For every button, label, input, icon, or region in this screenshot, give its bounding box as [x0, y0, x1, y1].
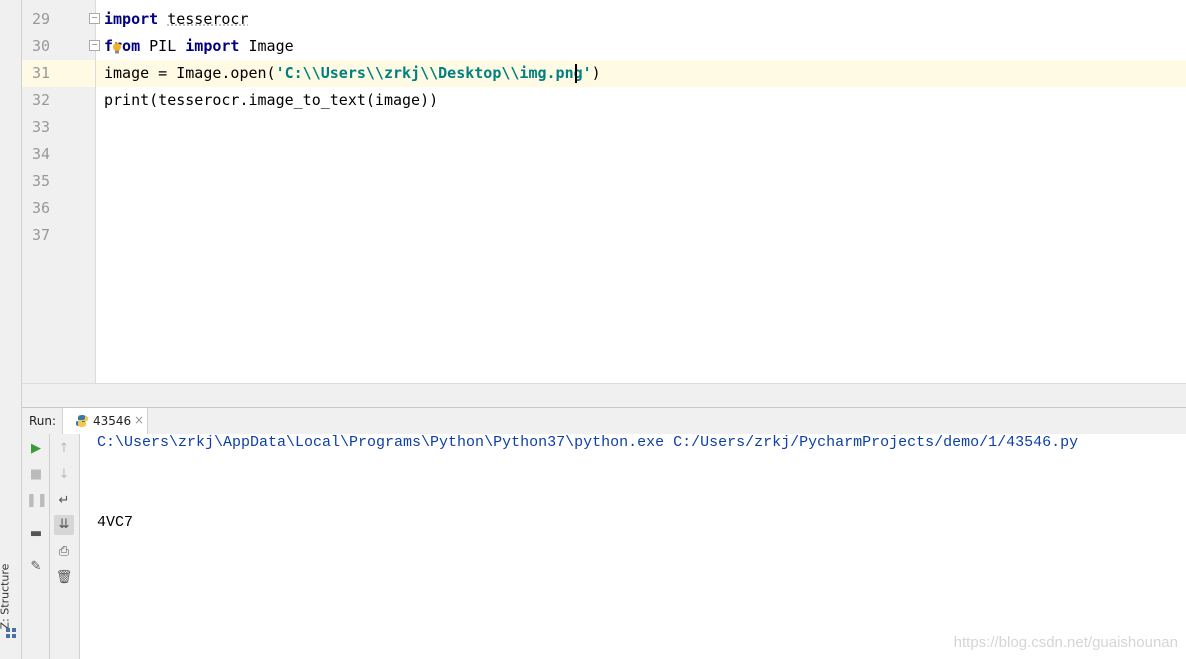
line-number: 32 [31, 91, 50, 109]
line-number: 31 [31, 64, 50, 82]
line-number: 30 [31, 37, 50, 55]
line-number: 29 [31, 10, 50, 28]
pause-icon[interactable]: ❚❚ [26, 491, 48, 511]
close-icon[interactable]: × [134, 413, 144, 427]
code-line[interactable] [104, 141, 1186, 168]
code-token: from [104, 37, 141, 55]
code-line[interactable] [104, 195, 1186, 222]
fold-toggle-icon[interactable]: − [89, 13, 100, 24]
line-number-gutter: 29 30 31 32 33 34 35 36 37 [22, 0, 96, 383]
line-number: 34 [31, 145, 50, 163]
fold-toggle-icon[interactable]: − [89, 40, 100, 51]
run-toolbar-secondary: ↑ ↓ ↵ ⇊ ⎙ 🗑 [50, 434, 80, 659]
stop-icon[interactable]: ■ [26, 465, 46, 485]
line-number: 37 [31, 226, 50, 244]
layout-icon[interactable]: ▬ [26, 524, 46, 544]
left-tool-strip: Z: Structure [0, 0, 22, 659]
lightbulb-icon[interactable] [112, 42, 122, 55]
code-line[interactable] [104, 168, 1186, 195]
pin-icon[interactable]: ✎ [26, 557, 46, 577]
code-token: import [185, 37, 240, 55]
code-editor[interactable]: 29 30 31 32 33 34 35 36 37 import tesserocr from … [22, 0, 1186, 383]
code-line[interactable]: image = Image.open('C:\\Users\\zrkj\\Des… [104, 60, 1186, 87]
watermark-text: https://blog.csdn.net/guaishounan [953, 634, 1178, 651]
python-icon [76, 415, 88, 427]
code-line[interactable]: import tesserocr [104, 6, 1186, 33]
code-line[interactable]: print(tesserocr.image_to_text(image)) [104, 87, 1186, 114]
code-token: 'C:\\Users\\zrkj\\Desktop\\img.png' [275, 64, 592, 82]
run-toolbar-primary: ▶ ■ ❚❚ ▬ ✎ [22, 434, 50, 659]
code-line[interactable]: from PIL import Image [104, 33, 1186, 60]
code-token: Image [239, 37, 294, 55]
run-tab-label: 43546 [93, 414, 132, 428]
trash-icon[interactable]: 🗑 [54, 568, 74, 588]
structure-icon [6, 628, 16, 638]
print-icon[interactable]: ⎙ [54, 542, 74, 562]
line-number: 36 [31, 199, 50, 217]
soft-wrap-icon[interactable]: ↵ [54, 491, 74, 511]
run-label: Run: [29, 414, 57, 428]
console-output-line: 4VC7 [97, 514, 134, 531]
code-token: ) [591, 64, 601, 82]
line-number: 33 [31, 118, 50, 136]
text-caret [575, 64, 577, 83]
structure-tool-tab[interactable]: Z: Structure [0, 560, 20, 642]
run-tab-43546[interactable]: 43546 × [62, 408, 148, 434]
code-token: image = Image.open( [104, 64, 276, 82]
run-console[interactable]: C:\Users\zrkj\AppData\Local\Programs\Pyt… [80, 434, 1186, 659]
code-line[interactable] [104, 222, 1186, 249]
run-panel-header: Run: 43546 × [22, 407, 1186, 435]
code-token: import [104, 10, 159, 28]
line-number: 35 [31, 172, 50, 190]
editor-bottom-band [22, 383, 1186, 408]
code-token: tesserocr [167, 10, 249, 28]
scroll-to-end-icon[interactable]: ⇊ [54, 515, 74, 535]
rerun-icon[interactable]: ▶ [26, 439, 46, 459]
code-token: print(tesserocr.image_to_text(image)) [104, 91, 439, 109]
code-token: PIL [140, 37, 186, 55]
arrow-up-icon[interactable]: ↑ [54, 439, 74, 459]
structure-tab-label: Z: Structure [0, 563, 12, 630]
code-line[interactable] [104, 114, 1186, 141]
arrow-down-icon[interactable]: ↓ [54, 465, 74, 485]
console-command-line: C:\Users\zrkj\AppData\Local\Programs\Pyt… [97, 434, 1079, 451]
